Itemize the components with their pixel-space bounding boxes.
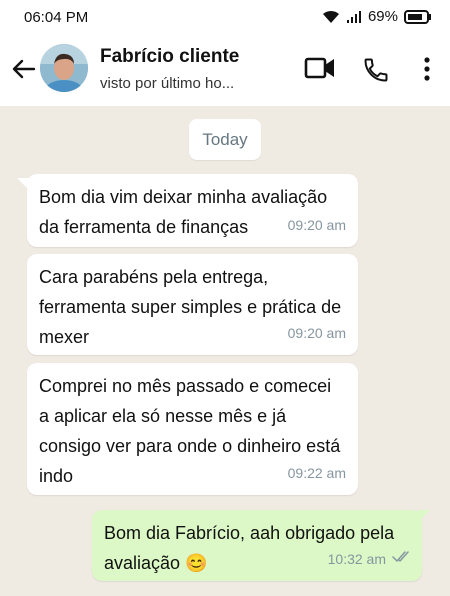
message-time: 09:20 am <box>287 217 346 233</box>
message-bubble-incoming[interactable]: Comprei no mês passado e comecei a aplic… <box>27 363 358 495</box>
signal-icon <box>346 10 362 24</box>
contact-last-seen: visto por último ho... <box>100 75 235 92</box>
message-time: 09:22 am <box>287 465 346 481</box>
video-call-icon[interactable] <box>304 54 336 87</box>
avatar[interactable] <box>40 44 88 92</box>
read-receipt-icon <box>392 542 412 572</box>
message-bubble-incoming[interactable]: Cara parabéns pela entrega, ferramenta s… <box>27 254 358 355</box>
message-time: 09:20 am <box>287 325 346 341</box>
battery-percent: 69% <box>367 8 398 25</box>
status-bar: 06:04 PM 69% <box>0 0 450 34</box>
battery-icon <box>404 9 432 24</box>
status-icons: 69% <box>322 8 432 25</box>
chat-header: Fabrício cliente visto por último ho... <box>0 34 450 106</box>
message-bubble-incoming[interactable]: Bom dia vim deixar minha avaliação da fe… <box>27 174 358 247</box>
back-arrow-icon[interactable] <box>10 56 36 82</box>
message-time: 10:32 am <box>327 551 386 567</box>
date-separator: Today <box>189 119 261 160</box>
chat-area[interactable]: Today Bom dia vim deixar minha avaliação… <box>0 106 450 596</box>
message-bubble-outgoing[interactable]: Bom dia Fabrício, aah obrigado pela aval… <box>92 510 422 581</box>
phone-icon[interactable] <box>362 56 390 89</box>
status-time: 06:04 PM <box>24 9 89 26</box>
more-options-icon[interactable] <box>420 56 434 89</box>
contact-name[interactable]: Fabrício cliente <box>100 46 239 68</box>
wifi-icon <box>322 10 340 24</box>
